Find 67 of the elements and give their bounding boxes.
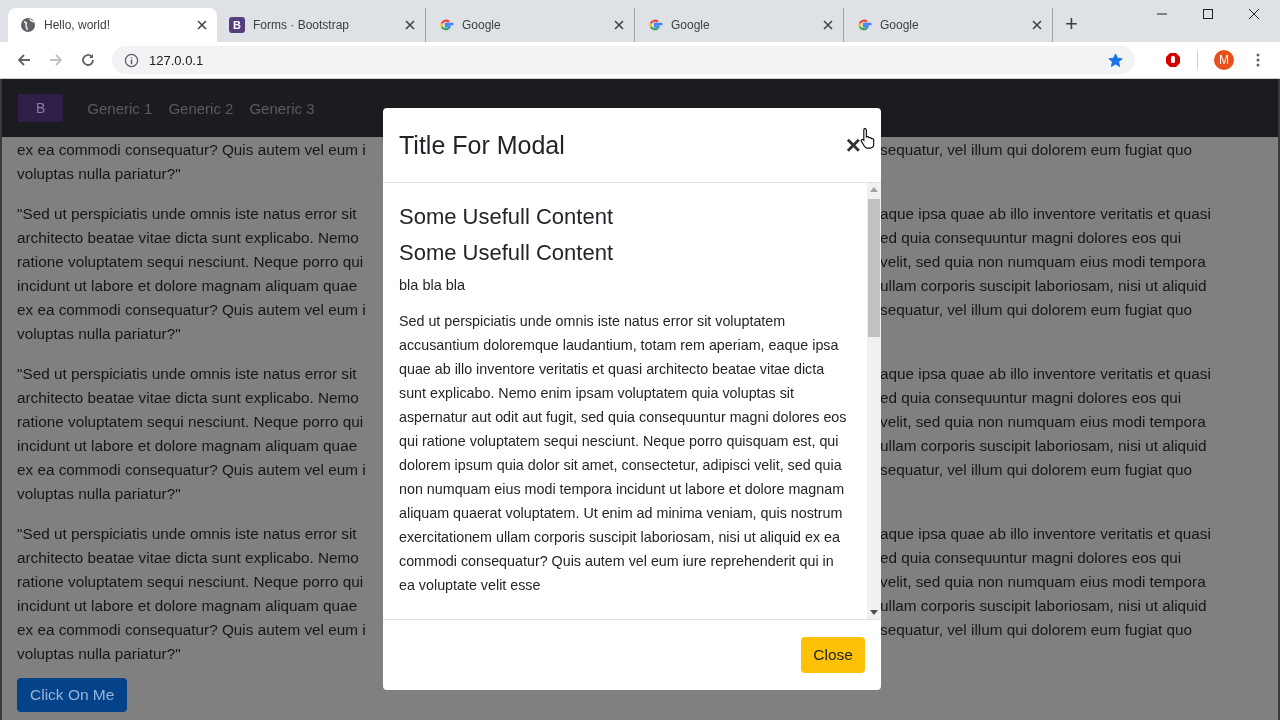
body-text: aque ipsa quae ab illo inventore veritatis et quasi [880, 204, 1211, 224]
scrollbar[interactable] [867, 183, 881, 619]
body-text: "Sed ut perspiciatis unde omnis iste natus error sit [17, 524, 357, 544]
close-icon[interactable] [823, 20, 833, 30]
body-text: ullam corporis suscipit laboriosam, nisi ut aliquid [880, 436, 1207, 456]
body-text: sequatur, vel illum qui dolorem eum fugiat quo [880, 300, 1193, 320]
navbar-brand[interactable]: B [18, 94, 64, 122]
body-text: "Sed ut perspiciatis unde omnis iste natus error sit [17, 364, 357, 384]
body-text: aque ipsa quae ab illo inventore veritatis et quasi [880, 524, 1211, 544]
stop-sign-icon[interactable] [1165, 52, 1181, 68]
globe-icon [20, 17, 36, 33]
body-text: velit, sed quia non numquam eius modi tempora [880, 412, 1206, 432]
body-text: ratione voluptatem sequi nesciunt. Neque porro qui [17, 572, 364, 592]
info-icon[interactable] [124, 52, 139, 68]
body-text: ex ea commodi consequatur? Quis autem vel eum i [17, 620, 366, 640]
body-text: ex ea commodi consequatur? Quis autem vel eum i [17, 300, 366, 320]
body-text: velit, sed quia non numquam eius modi tempora [880, 572, 1206, 592]
content-heading: Some Usefull Content [399, 203, 614, 231]
close-icon[interactable] [1032, 20, 1042, 30]
reload-icon[interactable] [80, 52, 96, 68]
body-text: architecto beatae vitae dicta sunt explicabo. Nemo [17, 548, 359, 568]
body-text: incidunt ut labore et dolore magnam aliquam quae [17, 436, 358, 456]
body-text: ed quia consequuntur magni dolores eos qui [880, 228, 1182, 248]
back-icon[interactable] [16, 52, 32, 68]
body-text: ed quia consequuntur magni dolores eos qui [880, 388, 1182, 408]
browser-tab[interactable]: Hello, world! [8, 8, 217, 42]
body-text: ullam corporis suscipit laboriosam, nisi ut aliquid [880, 596, 1207, 616]
close-icon[interactable] [614, 20, 624, 30]
body-text: sequatur, vel illum qui dolorem eum fugiat quo [880, 460, 1193, 480]
body-text: ratione voluptatem sequi nesciunt. Neque porro qui [17, 412, 364, 432]
tab-favicon: B [229, 17, 245, 33]
body-text: "Sed ut perspiciatis unde omnis iste natus error sit [17, 204, 357, 224]
body-text: architecto beatae vitae dicta sunt explicabo. Nemo [17, 388, 359, 408]
click-on-me-button[interactable]: Click On Me [17, 678, 128, 712]
body-text: voluptas nulla pariatur?" [17, 324, 181, 344]
maximize-icon[interactable] [1202, 8, 1214, 20]
profile-avatar[interactable]: M [1214, 50, 1234, 70]
google-icon [647, 17, 663, 33]
body-text: velit, sed quia non numquam eius modi tempora [880, 252, 1206, 272]
address-bar[interactable]: 127.0.0.1 [112, 46, 1135, 74]
body-text: sequatur, vel illum qui dolorem eum fugiat quo [880, 140, 1193, 160]
close-icon[interactable] [1248, 8, 1260, 20]
google-icon [856, 17, 872, 33]
body-paragraph: Sed ut perspiciatis unde omnis iste natus error sit voluptatem accusantium doloremque laudantium, totam rem aperiam, eaque ipsa quae ab illo inventore veritatis et quasi architecto beatae vitae dicta sunt explicabo. Nemo enim ipsam voluptatem quia voluptas sit aspernatur aut odit aut fugit, sed quia consequuntur magni dolores eos qui ratione voluptatem sequi nesciunt. Neque porro quisquam est, qui dolorem ipsum quia dolor sit amet, consectetur, adipisci velit, sed quia non numquam eius modi tempora incidunt ut labore et dolore magnam aliquam quaerat voluptatem. Ut enim ad minima veniam, quis nostrum exercitationem ullam corporis suscipit laboriosam, nisi ut aliquid ex ea commodi consequatur? Quis autem vel eum iure reprehenderit qui in ea voluptate velit esse [399, 312, 848, 595]
close-icon[interactable] [405, 20, 415, 30]
body-text: ex ea commodi consequatur? Quis autem vel eum i [17, 140, 366, 160]
modal-title: Title For Modal [399, 130, 565, 160]
new-tab-button[interactable]: + [1061, 9, 1082, 39]
body-text: ullam corporis suscipit laboriosam, nisi ut aliquid [880, 276, 1207, 296]
body-text: bla bla bla [399, 277, 467, 293]
body-text: ratione voluptatem sequi nesciunt. Neque porro qui [17, 252, 364, 272]
content-heading: Some Usefull Content [399, 239, 614, 267]
close-icon[interactable] [197, 20, 207, 30]
body-text: voluptas nulla pariatur?" [17, 164, 181, 184]
body-text: sequatur, vel illum qui dolorem eum fugiat quo [880, 620, 1193, 640]
body-text: voluptas nulla pariatur?" [17, 484, 181, 504]
body-text: aque ipsa quae ab illo inventore veritatis et quasi [880, 364, 1211, 384]
google-icon [438, 17, 454, 33]
hand-cursor-icon [860, 127, 876, 149]
body-text: incidunt ut labore et dolore magnam aliquam quae [17, 596, 358, 616]
body-text: ed quia consequuntur magni dolores eos qui [880, 548, 1182, 568]
close-button[interactable]: Close [801, 637, 865, 673]
body-text: architecto beatae vitae dicta sunt explicabo. Nemo [17, 228, 359, 248]
star-icon[interactable] [1108, 52, 1123, 68]
body-text: voluptas nulla pariatur?" [17, 644, 181, 664]
body-text: incidunt ut labore et dolore magnam aliquam quae [17, 276, 358, 296]
body-text: ex ea commodi consequatur? Quis autem vel eum i [17, 460, 366, 480]
